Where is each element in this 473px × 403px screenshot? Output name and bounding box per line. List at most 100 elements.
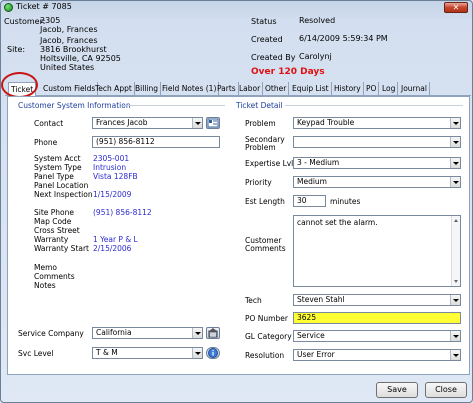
system-type-value: Intrusion (93, 163, 127, 172)
system-acct-link[interactable]: 2305-001 (93, 155, 129, 163)
created-by-label: Created By (251, 53, 296, 62)
comments-label: Comments (34, 272, 75, 281)
service-company-value: California (96, 328, 132, 337)
close-button[interactable]: Close (425, 382, 467, 398)
save-button[interactable]: Save (376, 382, 418, 398)
est-length-input[interactable]: 30 (293, 195, 326, 207)
customer-comments-value: cannot set the alarm. (297, 218, 378, 227)
scroll-up-icon[interactable] (454, 219, 458, 222)
app-icon (4, 3, 13, 12)
chevron-down-icon[interactable] (450, 137, 460, 147)
site-phone-label: Site Phone (34, 208, 75, 217)
map-code-label: Map Code (34, 217, 72, 226)
phone-label: Phone (34, 138, 58, 147)
svc-level-select[interactable]: T & M (92, 347, 203, 359)
phone-input[interactable]: (951) 856-8112 (92, 136, 220, 148)
chevron-down-icon[interactable] (450, 295, 460, 305)
est-length-unit: minutes (330, 197, 361, 206)
section-divider (123, 105, 225, 106)
building-icon (208, 328, 218, 338)
close-window-button[interactable]: ✕ (444, 2, 468, 13)
memo-label: Memo (34, 263, 57, 272)
chevron-down-icon[interactable] (192, 328, 202, 338)
contact-card-button[interactable] (206, 117, 220, 129)
tab-tech-appt[interactable]: Tech Appt (93, 82, 135, 96)
site-address-line1: 3816 Brookhurst (40, 45, 107, 54)
chevron-down-icon[interactable] (450, 350, 460, 360)
customer-system-section-title: Customer System Information (18, 101, 131, 110)
priority-select[interactable]: Medium (293, 176, 461, 188)
po-number-input[interactable]: 3625 (293, 312, 461, 324)
info-icon (208, 348, 218, 358)
problem-value: Keypad Trouble (297, 118, 355, 127)
tab-highlight-circle (1, 72, 38, 98)
tab-custom-fields[interactable]: Custom Fields (41, 82, 99, 96)
warranty-start-value: 2/15/2006 (93, 244, 132, 253)
overdue-indicator: Over 120 Days (251, 67, 325, 77)
tab-field-notes[interactable]: Field Notes (1) (160, 82, 220, 96)
gl-category-select[interactable]: Service (293, 330, 461, 342)
priority-label: Priority (245, 178, 272, 187)
tab-other[interactable]: Other (263, 82, 290, 96)
secondary-problem-select[interactable] (293, 136, 461, 148)
next-inspection-label: Next Inspection (34, 190, 93, 199)
contact-card-icon (207, 118, 219, 128)
title-bar[interactable]: Ticket # 7085 ✕ (1, 1, 472, 14)
tab-equip-list[interactable]: Equip List (290, 82, 332, 96)
chevron-down-icon[interactable] (450, 118, 460, 128)
tab-parts[interactable]: Parts (215, 82, 239, 96)
comments-scrollbar[interactable] (451, 216, 460, 286)
notes-label: Notes (34, 281, 56, 290)
created-by-value: Carolynj (299, 52, 332, 61)
scroll-down-icon[interactable] (454, 280, 458, 283)
service-company-select[interactable]: California (92, 327, 203, 339)
tab-history[interactable]: History (332, 82, 364, 96)
est-length-label: Est Length (245, 197, 285, 206)
tech-select[interactable]: Steven Stahl (293, 294, 461, 306)
contact-select[interactable]: Frances Jacob (92, 117, 203, 129)
problem-label: Problem (245, 119, 276, 128)
warranty-label: Warranty (34, 235, 69, 244)
next-inspection-value: 1/15/2009 (93, 190, 132, 199)
warranty-value: 1 Year P & L (93, 235, 138, 244)
customer-comments-label-line2: Comments (245, 244, 286, 253)
customer-comments-textarea[interactable]: cannot set the alarm. (293, 215, 461, 287)
gl-category-label: GL Category (245, 332, 292, 341)
svc-level-info-button[interactable] (206, 347, 220, 359)
chevron-down-icon[interactable] (192, 348, 202, 358)
status-label: Status (251, 17, 277, 26)
tab-billing[interactable]: Billing (133, 82, 161, 96)
tab-journal[interactable]: Journal (399, 82, 430, 96)
ticket-detail-section-title: Ticket Detail (236, 101, 283, 110)
contact-value: Frances Jacob (96, 118, 148, 127)
svc-level-label: Svc Level (18, 349, 54, 358)
problem-select[interactable]: Keypad Trouble (293, 117, 461, 129)
chevron-down-icon[interactable] (450, 158, 460, 168)
tab-log[interactable]: Log (380, 82, 399, 96)
contact-label: Contact (34, 119, 64, 128)
expertise-value: 3 - Medium (297, 158, 340, 167)
tab-po[interactable]: PO (364, 82, 380, 96)
resolution-value: User Error (297, 350, 335, 359)
gl-category-value: Service (297, 331, 325, 340)
window-title: Ticket # 7085 (16, 2, 72, 11)
service-company-lookup-button[interactable] (206, 327, 220, 339)
system-type-label: System Type (34, 163, 82, 172)
expertise-select[interactable]: 3 - Medium (293, 157, 461, 169)
site-name: Jacob, Frances (40, 36, 98, 45)
resolution-select[interactable]: User Error (293, 349, 461, 361)
panel-type-value: Vista 128FB (93, 172, 138, 181)
secondary-problem-label-line2: Problem (245, 143, 276, 152)
site-label: Site: (7, 45, 26, 54)
tab-labor[interactable]: Labor (237, 82, 264, 96)
chevron-down-icon[interactable] (450, 177, 460, 187)
po-number-label: PO Number (245, 314, 288, 323)
chevron-down-icon[interactable] (192, 118, 202, 128)
svc-level-value: T & M (96, 348, 118, 357)
tech-label: Tech (245, 296, 262, 305)
tab-strip: Ticket Custom Fields Tech Appt Billing F… (5, 82, 471, 97)
ticket-panel: Customer System Information Contact Fran… (7, 96, 470, 375)
resolution-label: Resolution (245, 351, 285, 360)
customer-name: Jacob, Frances (40, 25, 98, 34)
chevron-down-icon[interactable] (450, 331, 460, 341)
